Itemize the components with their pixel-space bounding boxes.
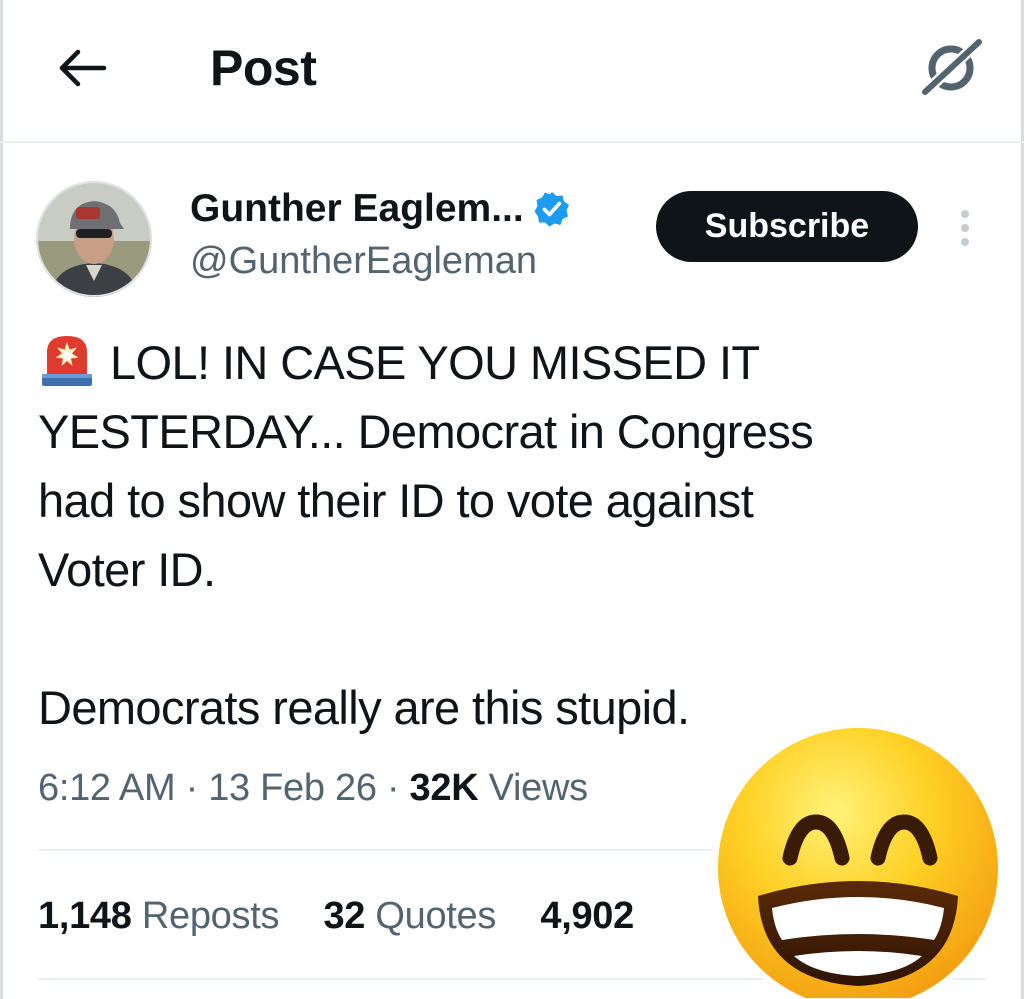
engagement-stats: 1,148 Reposts 32 Quotes 4,902 <box>38 888 668 944</box>
grok-button[interactable] <box>912 32 990 102</box>
back-button[interactable] <box>50 38 114 98</box>
views-label: Views <box>488 767 588 809</box>
quotes-stat[interactable]: 32 Quotes <box>323 888 496 944</box>
avatar[interactable] <box>36 181 152 297</box>
top-app-bar: Post <box>0 0 1024 143</box>
tweet-time[interactable]: 6:12 AM <box>38 767 176 809</box>
tweet-line: Voter ID. <box>38 543 216 596</box>
views-count: 32K <box>409 767 479 809</box>
reposts-count: 1,148 <box>38 895 132 937</box>
meta-separator: · <box>386 767 410 809</box>
tweet-line-text: LOL! IN CASE YOU MISSED IT <box>110 336 760 389</box>
quotes-label: Quotes <box>375 895 497 937</box>
tweet-line: YESTERDAY... Democrat in Congress <box>38 405 814 458</box>
more-options-button[interactable] <box>944 203 986 253</box>
reposts-label: Reposts <box>141 895 280 937</box>
post-screen: Post Gunther Eaglem... @GuntherEagleman … <box>0 0 1024 999</box>
tweet-line: LOL! IN CASE YOU MISSED IT <box>38 328 968 397</box>
grok-icon <box>917 34 987 100</box>
verified-badge-icon <box>534 192 569 227</box>
page-title: Post <box>210 40 317 96</box>
likes-stat[interactable]: 4,902 <box>540 888 634 944</box>
tweet-text: LOL! IN CASE YOU MISSED IT YESTERDAY... … <box>38 328 968 742</box>
tweet-meta: 6:12 AM · 13 Feb 26 · 32K Views <box>38 760 588 816</box>
likes-count: 4,902 <box>540 895 634 937</box>
arrow-left-icon <box>59 49 107 87</box>
tweet-date[interactable]: 13 Feb 26 <box>208 767 377 809</box>
grinning-face-with-smiling-eyes-icon <box>712 722 1004 998</box>
display-name-row: Gunther Eaglem... <box>190 184 570 234</box>
screen-edge-left <box>0 0 3 999</box>
more-vertical-icon <box>961 238 969 246</box>
more-vertical-icon <box>961 210 969 218</box>
meta-separator: · <box>185 767 209 809</box>
quotes-count: 32 <box>323 895 366 937</box>
more-vertical-icon <box>961 224 969 232</box>
subscribe-button[interactable]: Subscribe <box>656 191 918 262</box>
user-handle[interactable]: @GuntherEagleman <box>190 236 537 286</box>
tweet-line: had to show their ID to vote against <box>38 474 754 527</box>
avatar-photo <box>36 181 152 297</box>
reposts-stat[interactable]: 1,148 Reposts <box>38 888 279 944</box>
rotating-light-icon <box>42 336 92 386</box>
display-name[interactable]: Gunther Eaglem... <box>190 184 524 234</box>
